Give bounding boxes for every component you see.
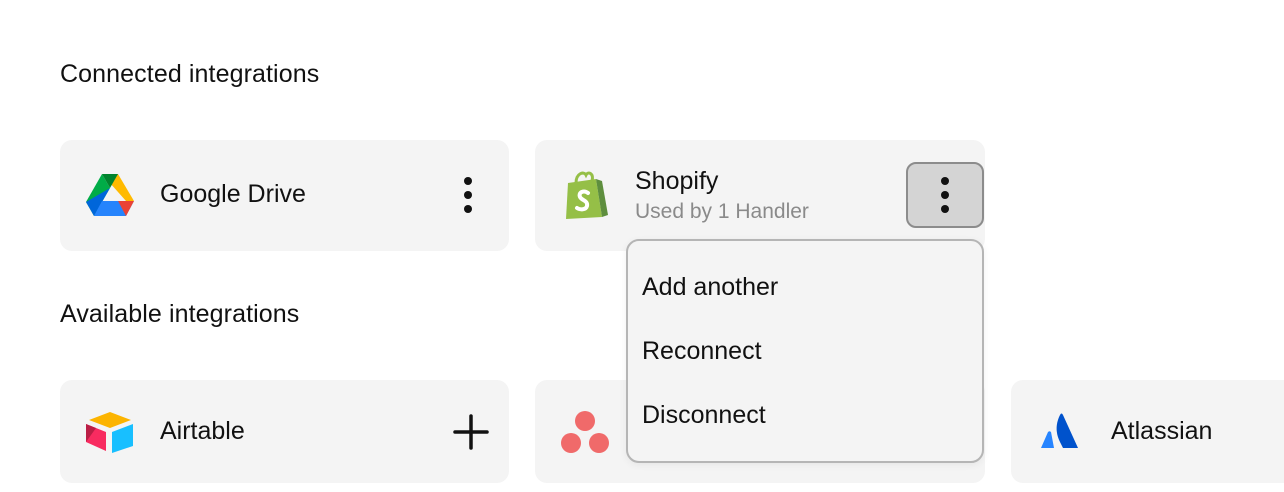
more-vertical-icon[interactable] <box>429 162 507 228</box>
available-integrations-heading: Available integrations <box>60 300 300 328</box>
airtable-icon <box>84 406 136 458</box>
integration-name: Atlassian <box>1111 417 1213 445</box>
menu-item-reconnect[interactable]: Reconnect <box>642 337 762 366</box>
integration-card-google-drive: Google Drive <box>60 140 509 251</box>
integration-options-menu: Add another Reconnect Disconnect <box>626 239 984 463</box>
google-drive-icon <box>84 169 136 221</box>
integration-name: Shopify <box>635 167 719 195</box>
menu-item-disconnect[interactable]: Disconnect <box>642 401 766 430</box>
shopify-icon <box>559 169 611 221</box>
integration-usage-text: Used by 1 Handler <box>635 200 809 223</box>
integration-name: Google Drive <box>160 180 306 208</box>
atlassian-icon <box>1035 406 1087 458</box>
integration-card-atlassian: Atlassian <box>1011 380 1284 483</box>
connected-integrations-heading: Connected integrations <box>60 60 320 88</box>
integration-card-airtable: Airtable <box>60 380 509 483</box>
more-vertical-icon[interactable] <box>906 162 984 228</box>
integration-name: Airtable <box>160 417 245 445</box>
integration-card-shopify: Shopify Used by 1 Handler <box>535 140 985 251</box>
integrations-page: Connected integrations Google Drive Shop… <box>0 0 1284 492</box>
asana-icon <box>559 406 611 458</box>
plus-icon[interactable] <box>451 412 491 452</box>
menu-item-add-another[interactable]: Add another <box>642 273 778 302</box>
